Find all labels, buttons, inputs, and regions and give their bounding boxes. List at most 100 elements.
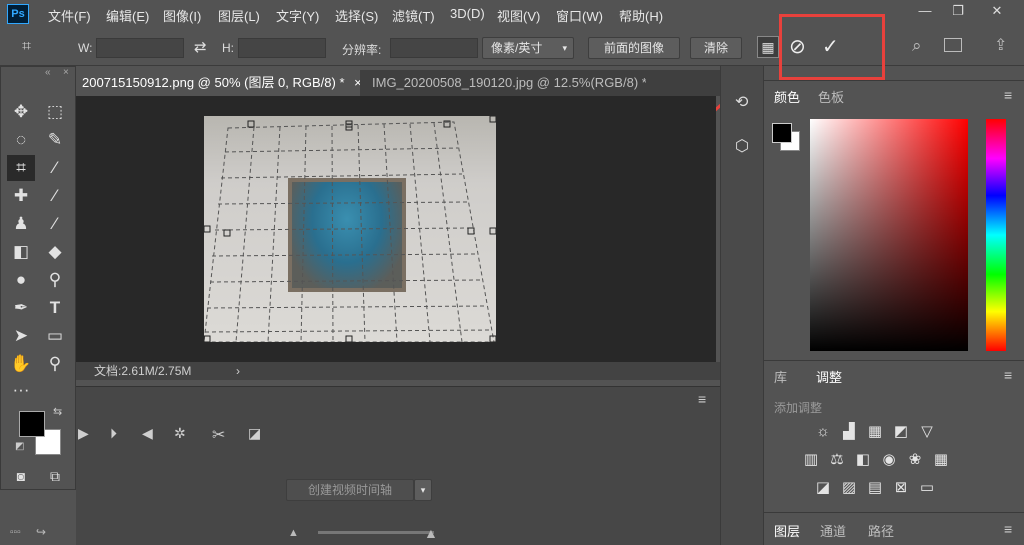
rectangle-tool-icon[interactable]: ▭ — [41, 323, 69, 349]
restore-icon[interactable]: ❐ — [943, 2, 973, 20]
create-video-timeline-button[interactable]: 创建视频时间轴 — [286, 479, 414, 501]
photo-filter-icon[interactable]: ◉ — [878, 449, 900, 471]
settings-gear-icon[interactable]: ✲ — [174, 425, 186, 442]
panel-menu-icon[interactable]: ≡ — [1004, 521, 1012, 537]
tab-libraries[interactable]: 库 — [774, 367, 787, 386]
grid-overlay-icon[interactable]: ▦ — [757, 36, 779, 58]
brush-icon[interactable]: ⁄ — [41, 183, 69, 209]
menu-3d[interactable]: 3D(D) — [450, 6, 485, 21]
exposure-icon[interactable]: ◩ — [890, 421, 912, 443]
paint-bucket-icon[interactable]: ◆ — [41, 239, 69, 265]
zoom-out-mountain-icon[interactable]: ▲ — [288, 527, 299, 539]
menu-filter[interactable]: 滤镜(T) — [392, 6, 435, 25]
zoom-in-mountain-icon[interactable]: ▲ — [424, 525, 438, 541]
history-icon[interactable]: ⟲ — [735, 92, 748, 112]
gradient-map-icon[interactable]: ▭ — [916, 477, 938, 499]
vibrance-icon[interactable]: ▽ — [916, 421, 938, 443]
menu-edit[interactable]: 编辑(E) — [106, 6, 149, 25]
menu-window[interactable]: 窗口(W) — [556, 6, 603, 25]
tab-color[interactable]: 颜色 — [774, 87, 800, 106]
threshold-icon[interactable]: ▤ — [864, 477, 886, 499]
marquee-tool-icon[interactable]: ⬚ — [41, 99, 69, 125]
crop-tool-active-icon[interactable]: ⌗ — [7, 155, 35, 181]
quick-select-icon[interactable]: ✎ — [41, 127, 69, 153]
tab-document-2[interactable]: IMG_20200508_190120.jpg @ 12.5%(RGB/8) *… — [366, 70, 646, 96]
menu-help[interactable]: 帮助(H) — [619, 6, 663, 25]
channel-mixer-icon[interactable]: ❀ — [904, 449, 926, 471]
dodge-tool-icon[interactable]: ⚲ — [41, 267, 69, 293]
tab-close-icon[interactable]: × — [354, 75, 360, 90]
lasso-tool-icon[interactable]: ◌ — [7, 127, 35, 153]
panel-menu-icon[interactable]: ≡ — [698, 391, 706, 407]
timeline-options-icon[interactable]: ▫▫▫ — [10, 527, 21, 538]
tab-layers[interactable]: 图层 — [774, 521, 800, 540]
scissors-icon[interactable]: ✂ — [212, 425, 225, 445]
stamp-tool-icon[interactable]: ♟ — [7, 211, 35, 237]
brightness-icon[interactable]: ☼ — [812, 421, 834, 443]
color-field[interactable] — [810, 119, 968, 351]
menu-select[interactable]: 选择(S) — [335, 6, 378, 25]
eyedropper-icon[interactable]: ⁄ — [41, 155, 69, 181]
workspace-icon[interactable] — [944, 38, 962, 52]
close-panel-icon[interactable]: × — [63, 67, 69, 78]
default-colors-icon[interactable]: ◩ — [15, 441, 24, 452]
more-tools-icon[interactable]: ··· — [7, 377, 35, 403]
foreground-color-swatch[interactable] — [19, 411, 45, 437]
menu-view[interactable]: 视图(V) — [497, 6, 540, 25]
selective-color-icon[interactable]: ⊠ — [890, 477, 912, 499]
panel-menu-icon[interactable]: ≡ — [1004, 367, 1012, 383]
menu-layer[interactable]: 图层(L) — [218, 6, 260, 25]
path-select-icon[interactable]: ➤ — [7, 323, 35, 349]
tab-paths[interactable]: 路径 — [868, 521, 894, 540]
3d-cube-icon[interactable]: ⬡ — [735, 136, 749, 156]
convert-icon[interactable]: ↪ — [36, 525, 46, 539]
tab-channels[interactable]: 通道 — [820, 521, 846, 540]
height-input[interactable] — [238, 38, 326, 58]
canvas-area[interactable] — [76, 96, 716, 362]
tab-document-1[interactable]: 200715150912.png @ 50% (图层 0, RGB/8) * × — [76, 70, 360, 96]
history-brush-icon[interactable]: ⁄ — [41, 211, 69, 237]
quick-mask-icon[interactable]: ◙ — [7, 463, 35, 489]
panel-menu-icon[interactable]: ≡ — [1004, 87, 1012, 103]
resolution-input[interactable] — [390, 38, 478, 58]
black-white-icon[interactable]: ◧ — [852, 449, 874, 471]
invert-icon[interactable]: ◪ — [812, 477, 834, 499]
menu-type[interactable]: 文字(Y) — [276, 6, 319, 25]
healing-brush-icon[interactable]: ✚ — [7, 183, 35, 209]
menu-file[interactable]: 文件(F) — [48, 6, 91, 25]
transition-icon[interactable]: ◪ — [248, 425, 261, 442]
search-icon[interactable]: ⌕ — [912, 36, 922, 56]
zoom-tool-icon[interactable]: ⚲ — [41, 351, 69, 377]
hand-tool-icon[interactable]: ✋ — [7, 351, 35, 377]
foreground-swatch[interactable] — [772, 123, 792, 143]
front-image-button[interactable]: 前面的图像 — [588, 37, 680, 59]
hue-slider[interactable] — [986, 119, 1006, 351]
menu-image[interactable]: 图像(I) — [163, 6, 201, 25]
blur-tool-icon[interactable]: ● — [7, 267, 35, 293]
hue-saturation-icon[interactable]: ▥ — [800, 449, 822, 471]
curves-icon[interactable]: ▦ — [864, 421, 886, 443]
zoom-slider[interactable] — [318, 531, 434, 534]
unit-select[interactable]: 像素/英寸 ▾ — [482, 37, 574, 59]
step-forward-icon[interactable]: ⏵ — [110, 425, 117, 442]
type-tool-icon[interactable]: T — [41, 295, 69, 321]
collapse-icon[interactable]: « — [45, 67, 51, 78]
document-image[interactable] — [204, 116, 496, 342]
tab-swatches[interactable]: 色板 — [818, 87, 844, 106]
clear-button[interactable]: 清除 — [690, 37, 742, 59]
move-tool-icon[interactable]: ✥ — [7, 99, 35, 125]
swap-colors-icon[interactable]: ⇆ — [53, 405, 62, 418]
pen-tool-icon[interactable]: ✒ — [7, 295, 35, 321]
crop-tool-icon[interactable]: ⌗ — [22, 38, 31, 56]
levels-icon[interactable]: ▟ — [838, 421, 860, 443]
posterize-icon[interactable]: ▨ — [838, 477, 860, 499]
minimize-icon[interactable]: — — [910, 2, 940, 20]
color-lookup-icon[interactable]: ▦ — [930, 449, 952, 471]
share-icon[interactable]: ⇪ — [994, 35, 1007, 55]
color-balance-icon[interactable]: ⚖ — [826, 449, 848, 471]
screen-mode-icon[interactable]: ⧉ — [41, 463, 69, 489]
close-icon[interactable]: ✕ — [982, 2, 1012, 20]
tab-adjustments[interactable]: 调整 — [816, 367, 842, 386]
audio-icon[interactable]: ◀ — [142, 425, 153, 442]
play-icon[interactable]: ▶ — [78, 425, 89, 442]
